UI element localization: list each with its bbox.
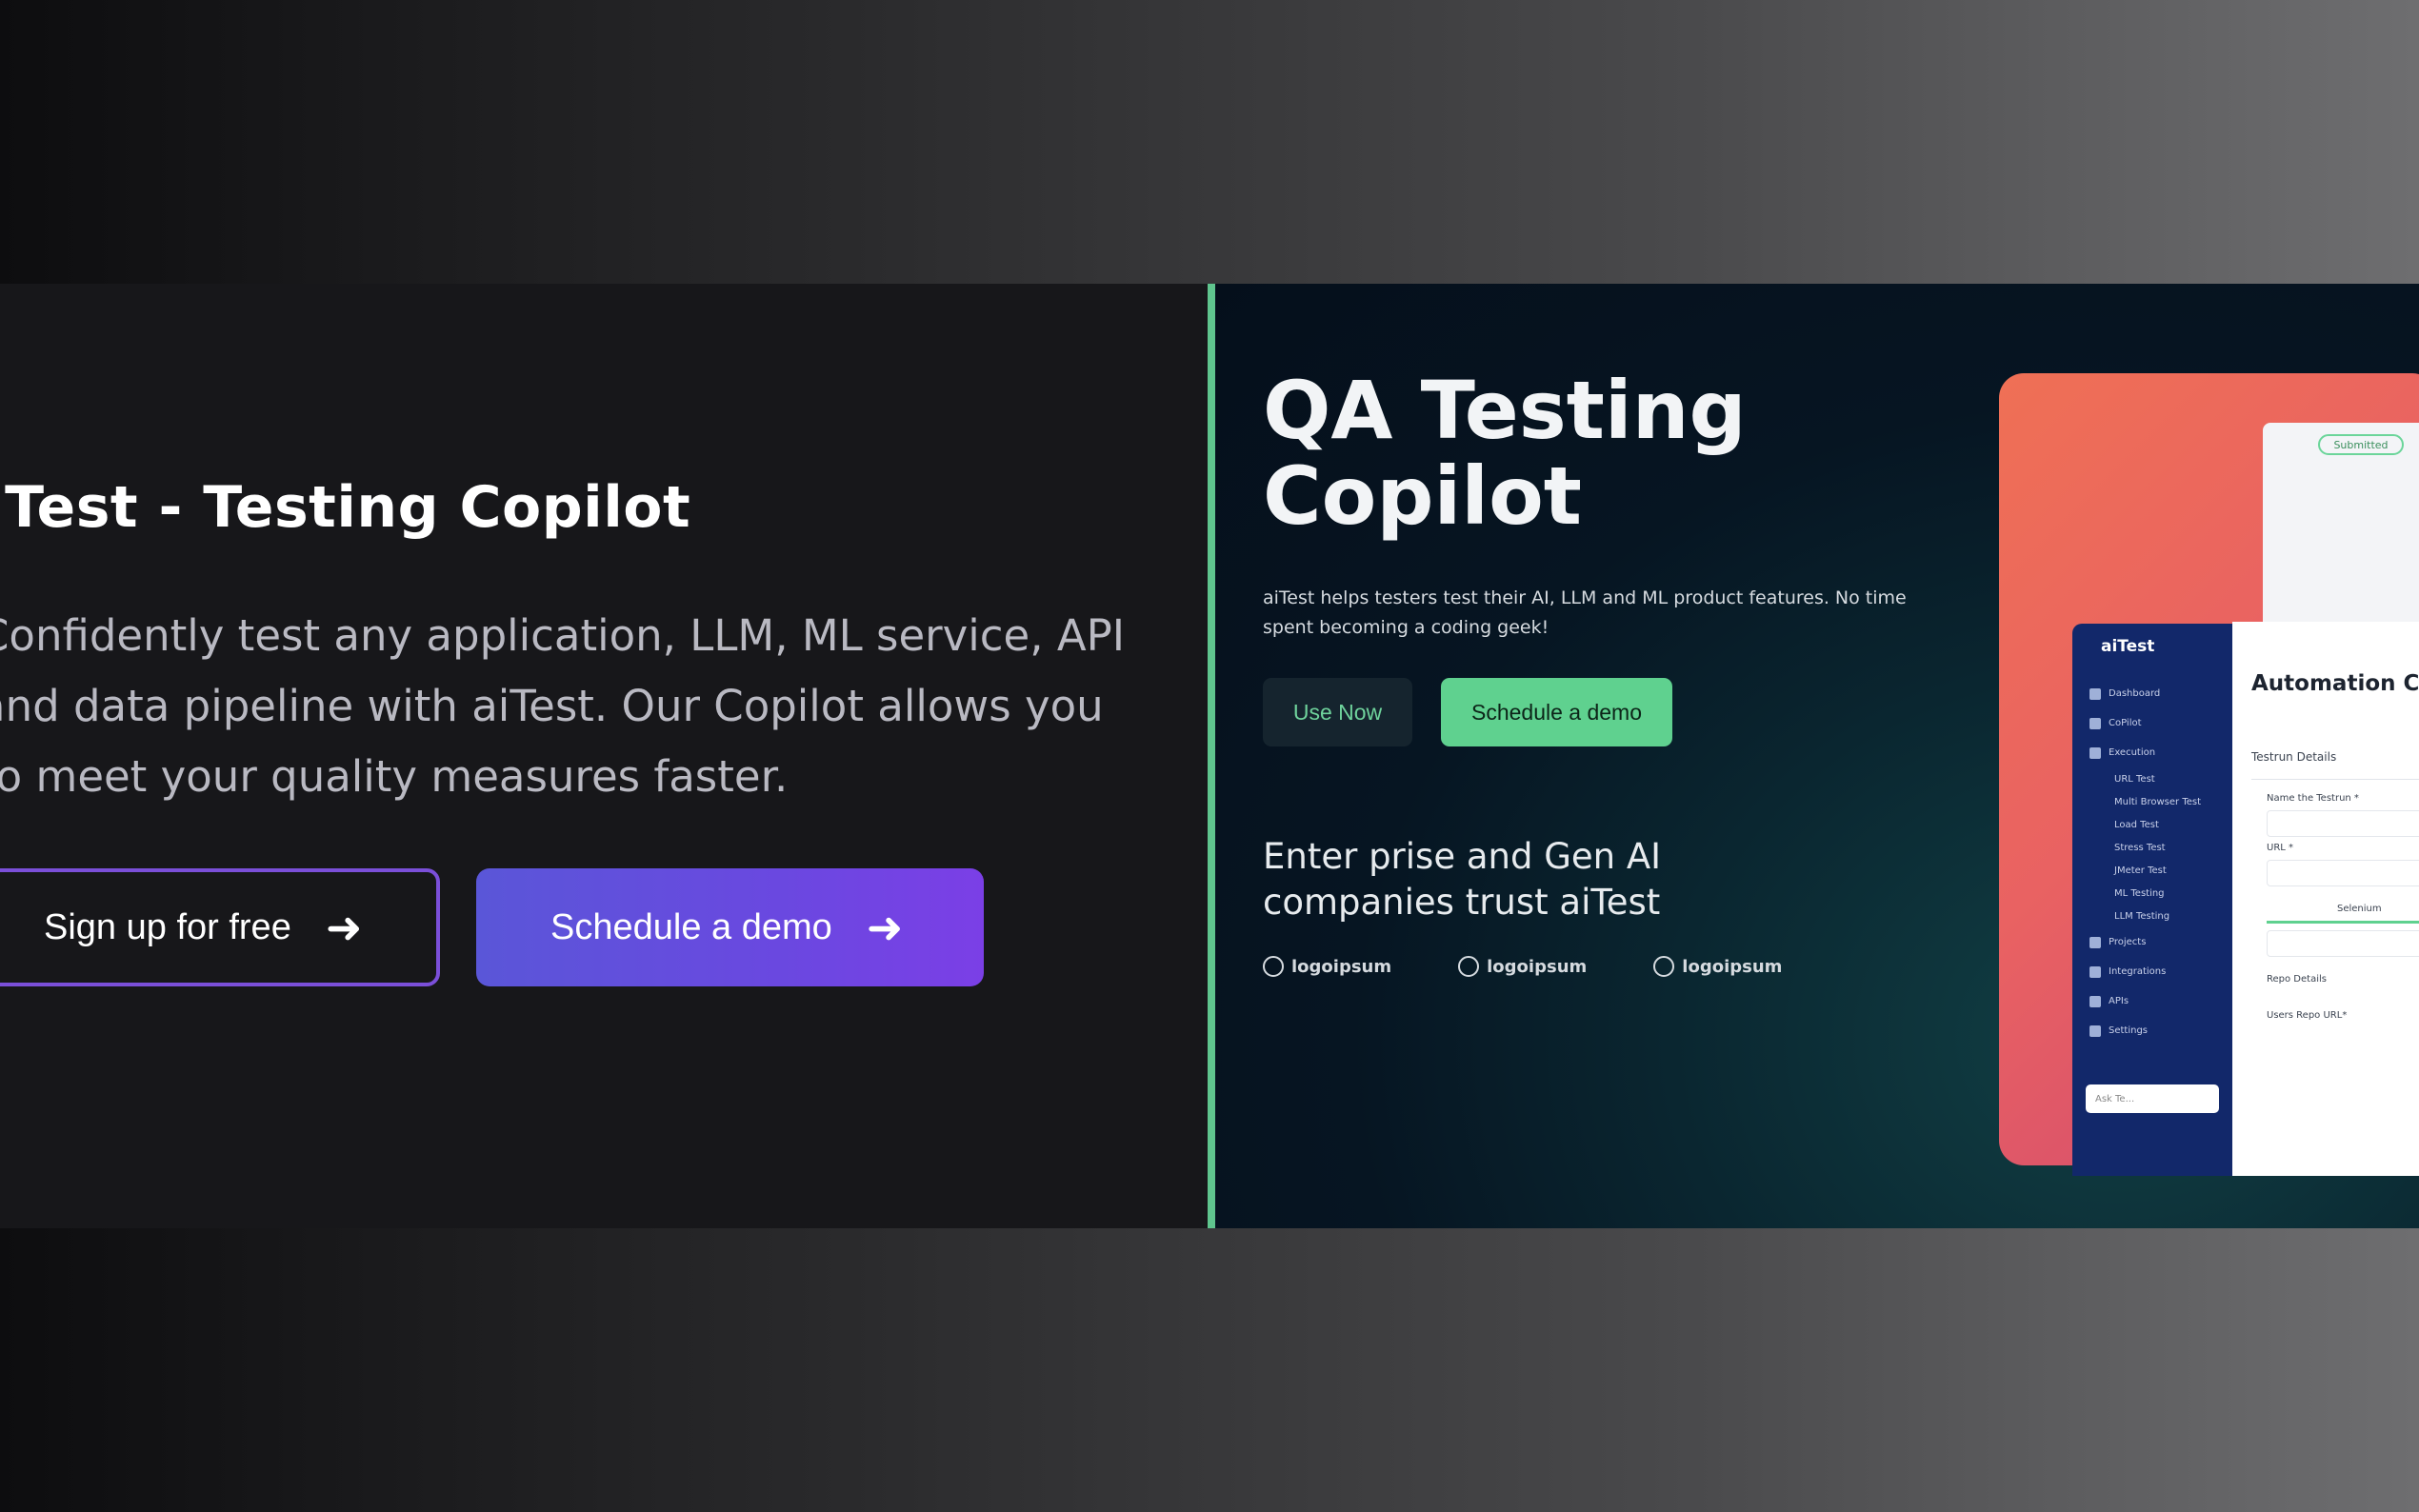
- settings-icon: [2089, 1025, 2101, 1037]
- hero-subtitle: aiTest helps testers test their AI, LLM …: [1263, 587, 1907, 638]
- mockup-nav: Dashboard CoPilot Execution URL Test Mul…: [2089, 679, 2201, 1045]
- mockup-heading: Automation Co: [2251, 671, 2419, 696]
- mockup-subnav-item[interactable]: URL Test: [2089, 767, 2201, 790]
- trust-text: Enter prise and Gen AI companies trust a…: [1263, 836, 1662, 923]
- right-panel: QA Testing Copilot aiTest helps testers …: [1215, 284, 2419, 1228]
- apis-icon: [2089, 995, 2101, 1007]
- language-select[interactable]: [2267, 930, 2419, 957]
- mockup-nav-label: Dashboard: [2109, 688, 2161, 699]
- mockup-nav-item[interactable]: Execution: [2089, 738, 2201, 767]
- mockup-nav-item[interactable]: Settings: [2089, 1016, 2201, 1045]
- mockup-subnav-item[interactable]: Multi Browser Test: [2089, 790, 2201, 813]
- signup-button[interactable]: Sign up for free ➜: [0, 868, 440, 986]
- mockup-subnav-item[interactable]: JMeter Test: [2089, 859, 2201, 882]
- arrow-right-icon: ➜: [866, 903, 904, 952]
- mockup-brand: aiTest: [2101, 637, 2155, 656]
- execution-icon: [2089, 746, 2101, 759]
- projects-icon: [2089, 936, 2101, 948]
- page: { "left": { "title": "iTest - Testing Co…: [0, 0, 2419, 1512]
- url-field-label: URL *: [2267, 843, 2294, 853]
- logo-row: logoipsum logoipsum logoipsum: [1263, 956, 1782, 977]
- integrations-icon: [2089, 965, 2101, 978]
- logo-2-text: logoipsum: [1487, 956, 1588, 977]
- tab-indicator: [2267, 921, 2419, 924]
- divider: [1208, 284, 1215, 1228]
- banner: iTest - Testing Copilot Confidently test…: [0, 284, 2419, 1228]
- divider: [2251, 779, 2419, 780]
- repo-details-label: Repo Details: [2267, 974, 2327, 985]
- mockup-subnav-item[interactable]: LLM Testing: [2089, 905, 2201, 927]
- page-title: iTest - Testing Copilot: [0, 474, 691, 541]
- mockup-nav-item[interactable]: Dashboard: [2089, 679, 2201, 708]
- mockup-section-title: Testrun Details: [2251, 750, 2337, 764]
- description-text: Confidently test any application, LLM, M…: [0, 610, 1126, 802]
- use-now-button[interactable]: Use Now: [1263, 678, 1412, 746]
- mockup-nav-item[interactable]: CoPilot: [2089, 708, 2201, 738]
- logo-1-text: logoipsum: [1291, 956, 1392, 977]
- ask-input[interactable]: Ask Te...: [2086, 1084, 2219, 1113]
- status-badge: Submitted: [2318, 434, 2404, 455]
- logo-mark-icon: [1653, 956, 1675, 977]
- mockup-nav-label: CoPilot: [2109, 718, 2142, 728]
- name-field[interactable]: [2267, 810, 2419, 837]
- repo-url-label: Users Repo URL*: [2267, 1010, 2348, 1021]
- hero-schedule-demo-button[interactable]: Schedule a demo: [1441, 678, 1672, 746]
- logo-3: logoipsum: [1653, 956, 1782, 977]
- mockup-nav-label: Settings: [2109, 1025, 2149, 1036]
- logo-2: logoipsum: [1458, 956, 1587, 977]
- url-field[interactable]: [2267, 860, 2419, 886]
- hero-title: QA Testing Copilot: [1263, 364, 1747, 543]
- mockup-nav-label: Projects: [2109, 937, 2147, 947]
- mockup-subnav-item[interactable]: Stress Test: [2089, 836, 2201, 859]
- dashboard-icon: [2089, 687, 2101, 700]
- mockup-nav-label: Integrations: [2109, 966, 2167, 977]
- schedule-demo-button[interactable]: Schedule a demo ➜: [476, 868, 984, 986]
- schedule-demo-label: Schedule a demo: [550, 906, 832, 947]
- mockup-sidebar: aiTest Dashboard CoPilot Execution URL T…: [2072, 624, 2232, 1176]
- mockup-subnav-item[interactable]: Load Test: [2089, 813, 2201, 836]
- logo-mark-icon: [1263, 956, 1284, 977]
- name-field-label: Name the Testrun *: [2267, 793, 2359, 804]
- left-panel: iTest - Testing Copilot Confidently test…: [0, 284, 1208, 1228]
- copilot-icon: [2089, 717, 2101, 729]
- selenium-tab[interactable]: Selenium: [2337, 904, 2382, 914]
- mockup-nav-item[interactable]: Integrations: [2089, 957, 2201, 986]
- arrow-right-icon: ➜: [325, 903, 363, 952]
- signup-button-label: Sign up for free: [44, 906, 291, 947]
- mockup-nav-item[interactable]: Projects: [2089, 927, 2201, 957]
- logo-1: logoipsum: [1263, 956, 1391, 977]
- mockup-nav-label: Execution: [2109, 747, 2156, 758]
- mockup-subnav-item[interactable]: ML Testing: [2089, 882, 2201, 905]
- mockup-nav-label: APIs: [2109, 996, 2129, 1006]
- logo-3-text: logoipsum: [1682, 956, 1783, 977]
- mockup-main: Automation Co Testrun Details Name the T…: [2232, 622, 2419, 1176]
- mockup-nav-item[interactable]: APIs: [2089, 986, 2201, 1016]
- logo-mark-icon: [1458, 956, 1480, 977]
